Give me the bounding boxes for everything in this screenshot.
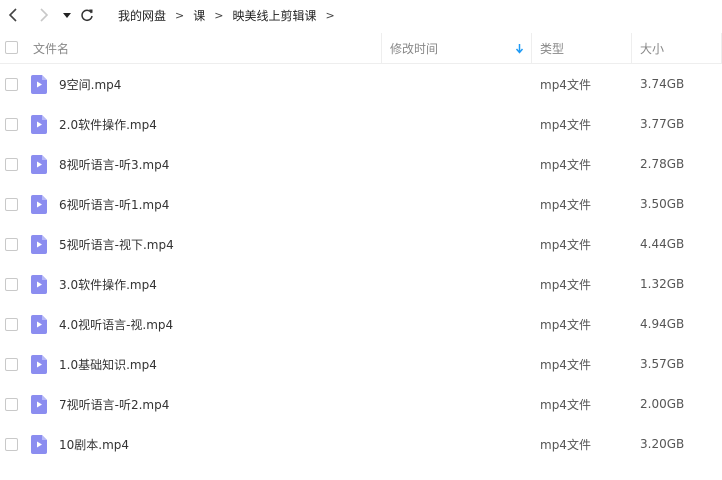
file-name[interactable]: 4.0视听语言-视.mp4 bbox=[59, 304, 173, 344]
row-checkbox[interactable] bbox=[5, 78, 18, 91]
file-size: 2.78GB bbox=[640, 157, 685, 171]
back-button[interactable] bbox=[3, 4, 25, 26]
table-header: 文件名 修改时间 类型 大小 bbox=[0, 33, 722, 64]
chevron-right-icon bbox=[40, 8, 49, 22]
video-file-icon bbox=[31, 315, 47, 334]
header-size[interactable]: 大小 bbox=[640, 33, 664, 63]
file-type: mp4文件 bbox=[540, 237, 591, 252]
table-row[interactable]: 5视听语言-视下.mp4 mp4文件 4.44GB bbox=[0, 224, 722, 264]
refresh-button[interactable] bbox=[76, 4, 98, 26]
file-name[interactable]: 1.0基础知识.mp4 bbox=[59, 344, 157, 384]
breadcrumb: 我的网盘 > 课 > 映美线上剪辑课 > bbox=[118, 0, 344, 30]
file-size: 4.94GB bbox=[640, 317, 685, 331]
file-type: mp4文件 bbox=[540, 157, 591, 172]
file-type: mp4文件 bbox=[540, 397, 591, 412]
breadcrumb-separator: > bbox=[325, 8, 335, 22]
column-divider[interactable] bbox=[631, 33, 632, 63]
file-type: mp4文件 bbox=[540, 277, 591, 292]
row-checkbox[interactable] bbox=[5, 118, 18, 131]
row-checkbox[interactable] bbox=[5, 358, 18, 371]
row-checkbox[interactable] bbox=[5, 398, 18, 411]
video-file-icon bbox=[31, 235, 47, 254]
row-checkbox[interactable] bbox=[5, 238, 18, 251]
file-type: mp4文件 bbox=[540, 77, 591, 92]
toolbar: 我的网盘 > 课 > 映美线上剪辑课 > bbox=[0, 0, 722, 30]
row-checkbox[interactable] bbox=[5, 438, 18, 451]
table-row[interactable]: 2.0软件操作.mp4 mp4文件 3.77GB bbox=[0, 104, 722, 144]
table-row[interactable]: 7视听语言-听2.mp4 mp4文件 2.00GB bbox=[0, 384, 722, 424]
header-modified[interactable]: 修改时间 bbox=[390, 33, 438, 63]
video-file-icon bbox=[31, 115, 47, 134]
row-checkbox[interactable] bbox=[5, 158, 18, 171]
sort-indicator bbox=[515, 33, 524, 63]
file-name[interactable]: 8视听语言-听3.mp4 bbox=[59, 144, 169, 184]
file-type: mp4文件 bbox=[540, 317, 591, 332]
refresh-icon bbox=[81, 9, 93, 22]
file-size: 3.74GB bbox=[640, 77, 685, 91]
row-checkbox[interactable] bbox=[5, 278, 18, 291]
chevron-left-icon bbox=[8, 8, 17, 22]
video-file-icon bbox=[31, 195, 47, 214]
file-type: mp4文件 bbox=[540, 117, 591, 132]
file-name[interactable]: 3.0软件操作.mp4 bbox=[59, 264, 157, 304]
breadcrumb-separator: > bbox=[175, 8, 185, 22]
column-divider[interactable] bbox=[531, 33, 532, 63]
video-file-icon bbox=[31, 435, 47, 454]
arrow-down-icon bbox=[515, 43, 524, 54]
file-size: 2.00GB bbox=[640, 397, 685, 411]
file-size: 1.32GB bbox=[640, 277, 685, 291]
history-dropdown-button[interactable] bbox=[56, 4, 78, 26]
file-name[interactable]: 10剧本.mp4 bbox=[59, 424, 129, 464]
file-type: mp4文件 bbox=[540, 197, 591, 212]
file-name[interactable]: 5视听语言-视下.mp4 bbox=[59, 224, 174, 264]
row-checkbox[interactable] bbox=[5, 198, 18, 211]
row-checkbox[interactable] bbox=[5, 318, 18, 331]
breadcrumb-separator: > bbox=[214, 8, 224, 22]
video-file-icon bbox=[31, 155, 47, 174]
table-row[interactable]: 3.0软件操作.mp4 mp4文件 1.32GB bbox=[0, 264, 722, 304]
file-size: 3.57GB bbox=[640, 357, 685, 371]
table-row[interactable]: 10剧本.mp4 mp4文件 3.20GB bbox=[0, 424, 722, 464]
breadcrumb-item-course[interactable]: 课 bbox=[193, 7, 205, 24]
caret-down-icon bbox=[63, 13, 71, 18]
file-size: 3.77GB bbox=[640, 117, 685, 131]
file-type: mp4文件 bbox=[540, 437, 591, 452]
file-size: 3.50GB bbox=[640, 197, 685, 211]
breadcrumb-item-current[interactable]: 映美线上剪辑课 bbox=[232, 7, 316, 24]
breadcrumb-item-root[interactable]: 我的网盘 bbox=[118, 7, 166, 24]
header-name[interactable]: 文件名 bbox=[33, 33, 69, 63]
file-size: 4.44GB bbox=[640, 237, 685, 251]
table-row[interactable]: 1.0基础知识.mp4 mp4文件 3.57GB bbox=[0, 344, 722, 384]
forward-button[interactable] bbox=[32, 4, 54, 26]
file-name[interactable]: 7视听语言-听2.mp4 bbox=[59, 384, 169, 424]
video-file-icon bbox=[31, 75, 47, 94]
file-name[interactable]: 6视听语言-听1.mp4 bbox=[59, 184, 169, 224]
video-file-icon bbox=[31, 275, 47, 294]
video-file-icon bbox=[31, 395, 47, 414]
file-type: mp4文件 bbox=[540, 357, 591, 372]
file-size: 3.20GB bbox=[640, 437, 685, 451]
file-name[interactable]: 2.0软件操作.mp4 bbox=[59, 104, 157, 144]
table-row[interactable]: 8视听语言-听3.mp4 mp4文件 2.78GB bbox=[0, 144, 722, 184]
column-divider[interactable] bbox=[381, 33, 382, 63]
video-file-icon bbox=[31, 355, 47, 374]
header-type[interactable]: 类型 bbox=[540, 33, 564, 63]
table-row[interactable]: 9空间.mp4 mp4文件 3.74GB bbox=[0, 64, 722, 104]
table-row[interactable]: 4.0视听语言-视.mp4 mp4文件 4.94GB bbox=[0, 304, 722, 344]
select-all-checkbox[interactable] bbox=[5, 41, 18, 54]
table-row[interactable]: 6视听语言-听1.mp4 mp4文件 3.50GB bbox=[0, 184, 722, 224]
file-name[interactable]: 9空间.mp4 bbox=[59, 64, 121, 104]
